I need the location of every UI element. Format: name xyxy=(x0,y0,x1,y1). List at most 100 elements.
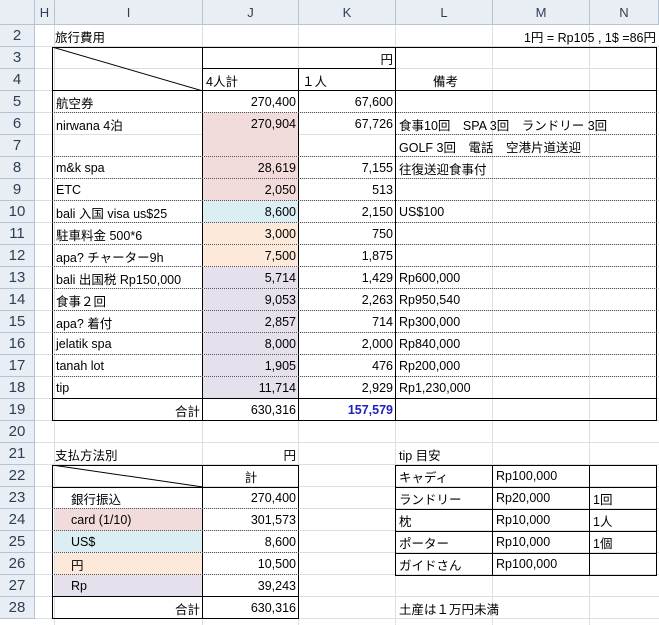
tip-role[interactable]: ポーター xyxy=(396,531,492,553)
row-header-23[interactable]: 23 xyxy=(0,487,35,509)
expense-per-person[interactable]: 2,000 xyxy=(299,333,396,355)
col-header-j[interactable]: J xyxy=(203,0,299,25)
expense-per-person[interactable]: 2,929 xyxy=(299,377,396,399)
expense-item[interactable]: jelatik spa xyxy=(53,333,202,355)
expense-per-person[interactable]: 1,429 xyxy=(299,267,396,289)
row-header-24[interactable]: 24 xyxy=(0,509,35,531)
expense-total[interactable]: 2,050 xyxy=(203,179,299,201)
row-header-21[interactable]: 21 xyxy=(0,443,35,465)
expense-item[interactable]: apa? 着付 xyxy=(53,311,202,333)
payment-value[interactable]: 270,400 xyxy=(203,487,299,509)
expense-note[interactable]: Rp300,000 xyxy=(396,311,657,333)
row-header-13[interactable]: 13 xyxy=(0,267,35,289)
expense-item[interactable]: m&k spa xyxy=(53,157,202,179)
col-header-n[interactable]: N xyxy=(590,0,659,25)
expense-total[interactable]: 11,714 xyxy=(203,377,299,399)
expense-item[interactable]: apa? チャーター9h xyxy=(53,245,202,267)
row-header-3[interactable]: 3 xyxy=(0,47,35,69)
spreadsheet[interactable]: H I J K L M N 2 3 4 5 6 7 8 9 10 11 12 13 14 15 16 17 18… xyxy=(0,0,659,625)
expense-total[interactable]: 2,857 xyxy=(203,311,299,333)
col-header-m[interactable]: M xyxy=(493,0,590,25)
expense-total[interactable]: 270,400 xyxy=(203,91,299,113)
expense-item[interactable]: bali 出国税 Rp150,000 xyxy=(53,267,202,289)
row-header-5[interactable]: 5 xyxy=(0,91,35,113)
expense-note[interactable]: US$100 xyxy=(396,201,657,223)
row-header-20[interactable]: 20 xyxy=(0,421,35,443)
expense-total[interactable]: 270,904 xyxy=(203,113,299,135)
row-header-8[interactable]: 8 xyxy=(0,157,35,179)
expense-per-person[interactable]: 67,726 xyxy=(299,113,396,135)
expense-item[interactable]: 航空券 xyxy=(53,91,202,113)
col-header-k[interactable]: K xyxy=(299,0,396,25)
row-header-15[interactable]: 15 xyxy=(0,311,35,333)
payment-method[interactable]: Rp xyxy=(68,575,202,597)
tip-amount[interactable]: Rp100,000 xyxy=(493,553,589,575)
expense-note[interactable] xyxy=(396,91,657,113)
expense-per-person[interactable]: 2,263 xyxy=(299,289,396,311)
payment-value[interactable]: 301,573 xyxy=(203,509,299,531)
expense-total[interactable] xyxy=(203,135,299,157)
tip-unit[interactable]: 1個 xyxy=(590,531,657,553)
payment-value[interactable]: 8,600 xyxy=(203,531,299,553)
expense-total[interactable]: 1,905 xyxy=(203,355,299,377)
expense-item[interactable]: tip xyxy=(53,377,202,399)
tip-amount[interactable]: Rp100,000 xyxy=(493,465,589,487)
tip-amount[interactable]: Rp10,000 xyxy=(493,509,589,531)
expense-note[interactable] xyxy=(396,245,657,267)
expense-total[interactable]: 7,500 xyxy=(203,245,299,267)
expense-item[interactable]: tanah lot xyxy=(53,355,202,377)
row-header-4[interactable]: 4 xyxy=(0,69,35,91)
tip-unit[interactable]: 1回 xyxy=(590,487,657,509)
expense-per-person[interactable]: 513 xyxy=(299,179,396,201)
expense-item[interactable] xyxy=(53,135,202,157)
col-header-l[interactable]: L xyxy=(396,0,493,25)
row-header-27[interactable]: 27 xyxy=(0,575,35,597)
expense-item[interactable]: 食事２回 xyxy=(53,289,202,311)
row-header-25[interactable]: 25 xyxy=(0,531,35,553)
row-header-2[interactable]: 2 xyxy=(0,25,35,47)
row-header-16[interactable]: 16 xyxy=(0,333,35,355)
tip-unit[interactable] xyxy=(590,553,657,575)
payment-method[interactable]: 銀行振込 xyxy=(68,487,202,509)
row-header-18[interactable]: 18 xyxy=(0,377,35,399)
total-per-person[interactable]: 157,579 xyxy=(299,399,396,421)
total-all[interactable]: 630,316 xyxy=(203,399,299,421)
row-header-19[interactable]: 19 xyxy=(0,399,35,421)
expense-per-person[interactable]: 67,600 xyxy=(299,91,396,113)
row-header-12[interactable]: 12 xyxy=(0,245,35,267)
expense-note[interactable]: Rp950,540 xyxy=(396,289,657,311)
expense-note[interactable]: GOLF 3回 電話 空港片道送迎 xyxy=(396,135,657,157)
row-header-9[interactable]: 9 xyxy=(0,179,35,201)
expense-per-person[interactable]: 750 xyxy=(299,223,396,245)
expense-total[interactable]: 8,600 xyxy=(203,201,299,223)
expense-per-person[interactable]: 7,155 xyxy=(299,157,396,179)
expense-per-person[interactable]: 714 xyxy=(299,311,396,333)
row-header-14[interactable]: 14 xyxy=(0,289,35,311)
row-header-28[interactable]: 28 xyxy=(0,597,35,619)
tip-unit[interactable] xyxy=(590,465,657,487)
expense-note[interactable]: 往復送迎食事付 xyxy=(396,157,657,179)
tip-role[interactable]: ガイドさん xyxy=(396,553,492,575)
expense-per-person[interactable] xyxy=(299,135,396,157)
expense-item[interactable]: 駐車料金 500*6 xyxy=(53,223,202,245)
expense-item[interactable]: nirwana 4泊 xyxy=(53,113,202,135)
expense-item[interactable]: bali 入国 visa us$25 xyxy=(53,201,202,223)
payment-value[interactable]: 39,243 xyxy=(203,575,299,597)
expense-total[interactable]: 8,000 xyxy=(203,333,299,355)
tip-role[interactable]: ランドリー xyxy=(396,487,492,509)
tip-amount[interactable]: Rp10,000 xyxy=(493,531,589,553)
expense-total[interactable]: 5,714 xyxy=(203,267,299,289)
row-header-22[interactable]: 22 xyxy=(0,465,35,487)
expense-note[interactable]: Rp600,000 xyxy=(396,267,657,289)
expense-total[interactable]: 28,619 xyxy=(203,157,299,179)
row-header-6[interactable]: 6 xyxy=(0,113,35,135)
tip-unit[interactable]: 1人 xyxy=(590,509,657,531)
select-all-corner[interactable] xyxy=(0,0,35,25)
expense-per-person[interactable]: 476 xyxy=(299,355,396,377)
row-header-10[interactable]: 10 xyxy=(0,201,35,223)
expense-note[interactable]: Rp840,000 xyxy=(396,333,657,355)
col-header-h[interactable]: H xyxy=(35,0,55,25)
payment-method[interactable]: 円 xyxy=(68,553,202,575)
expense-item[interactable]: ETC xyxy=(53,179,202,201)
expense-total[interactable]: 9,053 xyxy=(203,289,299,311)
